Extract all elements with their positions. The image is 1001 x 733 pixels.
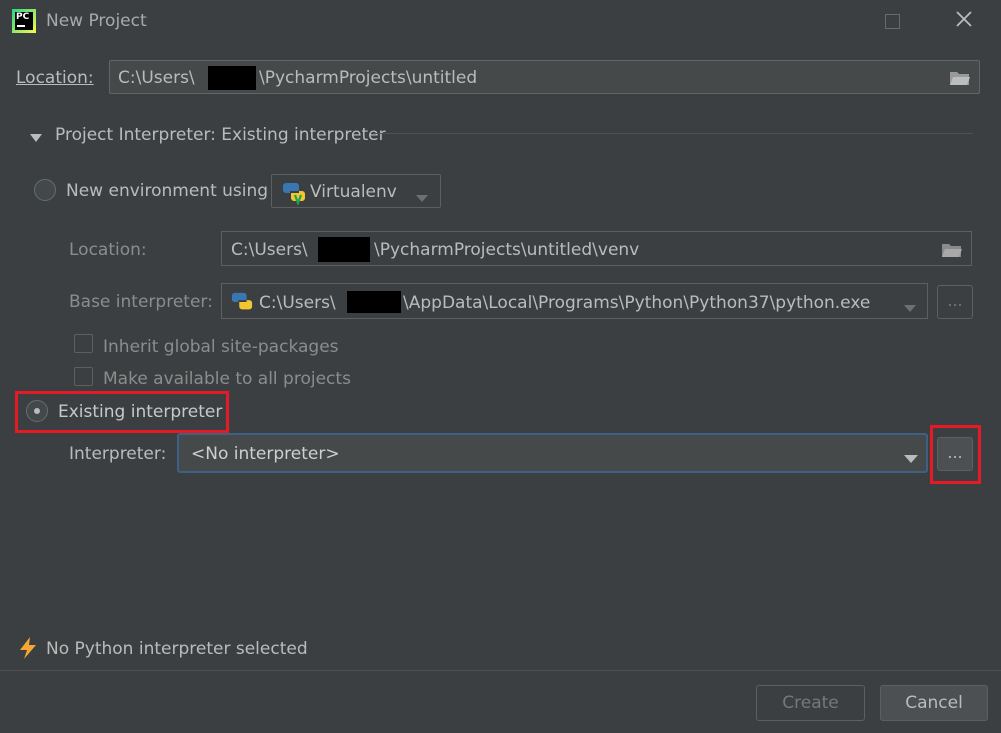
app-logo-icon: PC (12, 9, 36, 33)
warning-text: No Python interpreter selected (46, 639, 308, 659)
interpreter-label: Interpreter: (69, 444, 167, 464)
footer-divider (0, 670, 1001, 671)
location-suffix: \PycharmProjects\untitled (259, 68, 478, 88)
chevron-down-icon (904, 449, 918, 468)
location-prefix: C:\Users\ (118, 68, 195, 88)
env-tool-select[interactable]: Virtualenv (271, 174, 441, 208)
maximize-icon[interactable] (885, 14, 900, 29)
inherit-checkbox[interactable] (74, 334, 93, 353)
env-location-suffix: \PycharmProjects\untitled\venv (374, 240, 640, 260)
window-title: New Project (46, 11, 147, 31)
virtualenv-icon (282, 181, 306, 209)
cancel-button[interactable]: Cancel (880, 685, 988, 721)
lightning-icon (18, 636, 38, 664)
python-icon (231, 291, 253, 317)
redacted-username (318, 237, 370, 262)
inherit-label[interactable]: Inherit global site-packages (103, 337, 339, 357)
base-prefix: C:\Users\ (259, 293, 336, 313)
new-environment-radio[interactable] (34, 179, 56, 201)
folder-icon[interactable] (948, 68, 972, 92)
make-available-checkbox[interactable] (74, 367, 93, 386)
chevron-down-icon (416, 188, 428, 207)
base-suffix: \AppData\Local\Programs\Python\Python37\… (403, 293, 871, 313)
redacted-username (347, 291, 401, 313)
existing-interpreter-radio[interactable] (26, 400, 48, 422)
base-interpreter-label: Base interpreter: (69, 292, 213, 312)
chevron-down-icon (904, 298, 916, 317)
interpreter-value: <No interpreter> (191, 444, 340, 464)
interpreter-browse-button[interactable]: ... (937, 437, 973, 471)
base-interpreter-browse-button[interactable]: ... (937, 285, 973, 319)
section-title[interactable]: Project Interpreter: Existing interprete… (55, 125, 386, 145)
base-interpreter-select[interactable]: C:\Users\ \AppData\Local\Programs\Python… (221, 283, 928, 319)
env-location-input[interactable]: C:\Users\ \PycharmProjects\untitled\venv (221, 231, 972, 266)
create-button[interactable]: Create (756, 685, 865, 721)
section-divider (373, 133, 973, 134)
location-label: Location: (16, 68, 94, 88)
folder-icon[interactable] (940, 240, 964, 264)
env-location-label: Location: (69, 240, 147, 260)
new-environment-label[interactable]: New environment using (66, 181, 268, 201)
interpreter-select[interactable]: <No interpreter> (177, 433, 928, 473)
make-available-label[interactable]: Make available to all projects (103, 369, 351, 389)
collapse-arrow-icon[interactable] (29, 128, 43, 147)
env-location-prefix: C:\Users\ (231, 240, 308, 260)
redacted-username (208, 66, 256, 90)
env-tool-value: Virtualenv (310, 182, 397, 202)
existing-interpreter-label[interactable]: Existing interpreter (58, 402, 222, 422)
location-input[interactable]: C:\Users\ \PycharmProjects\untitled (109, 60, 980, 94)
close-icon[interactable] (953, 8, 975, 30)
